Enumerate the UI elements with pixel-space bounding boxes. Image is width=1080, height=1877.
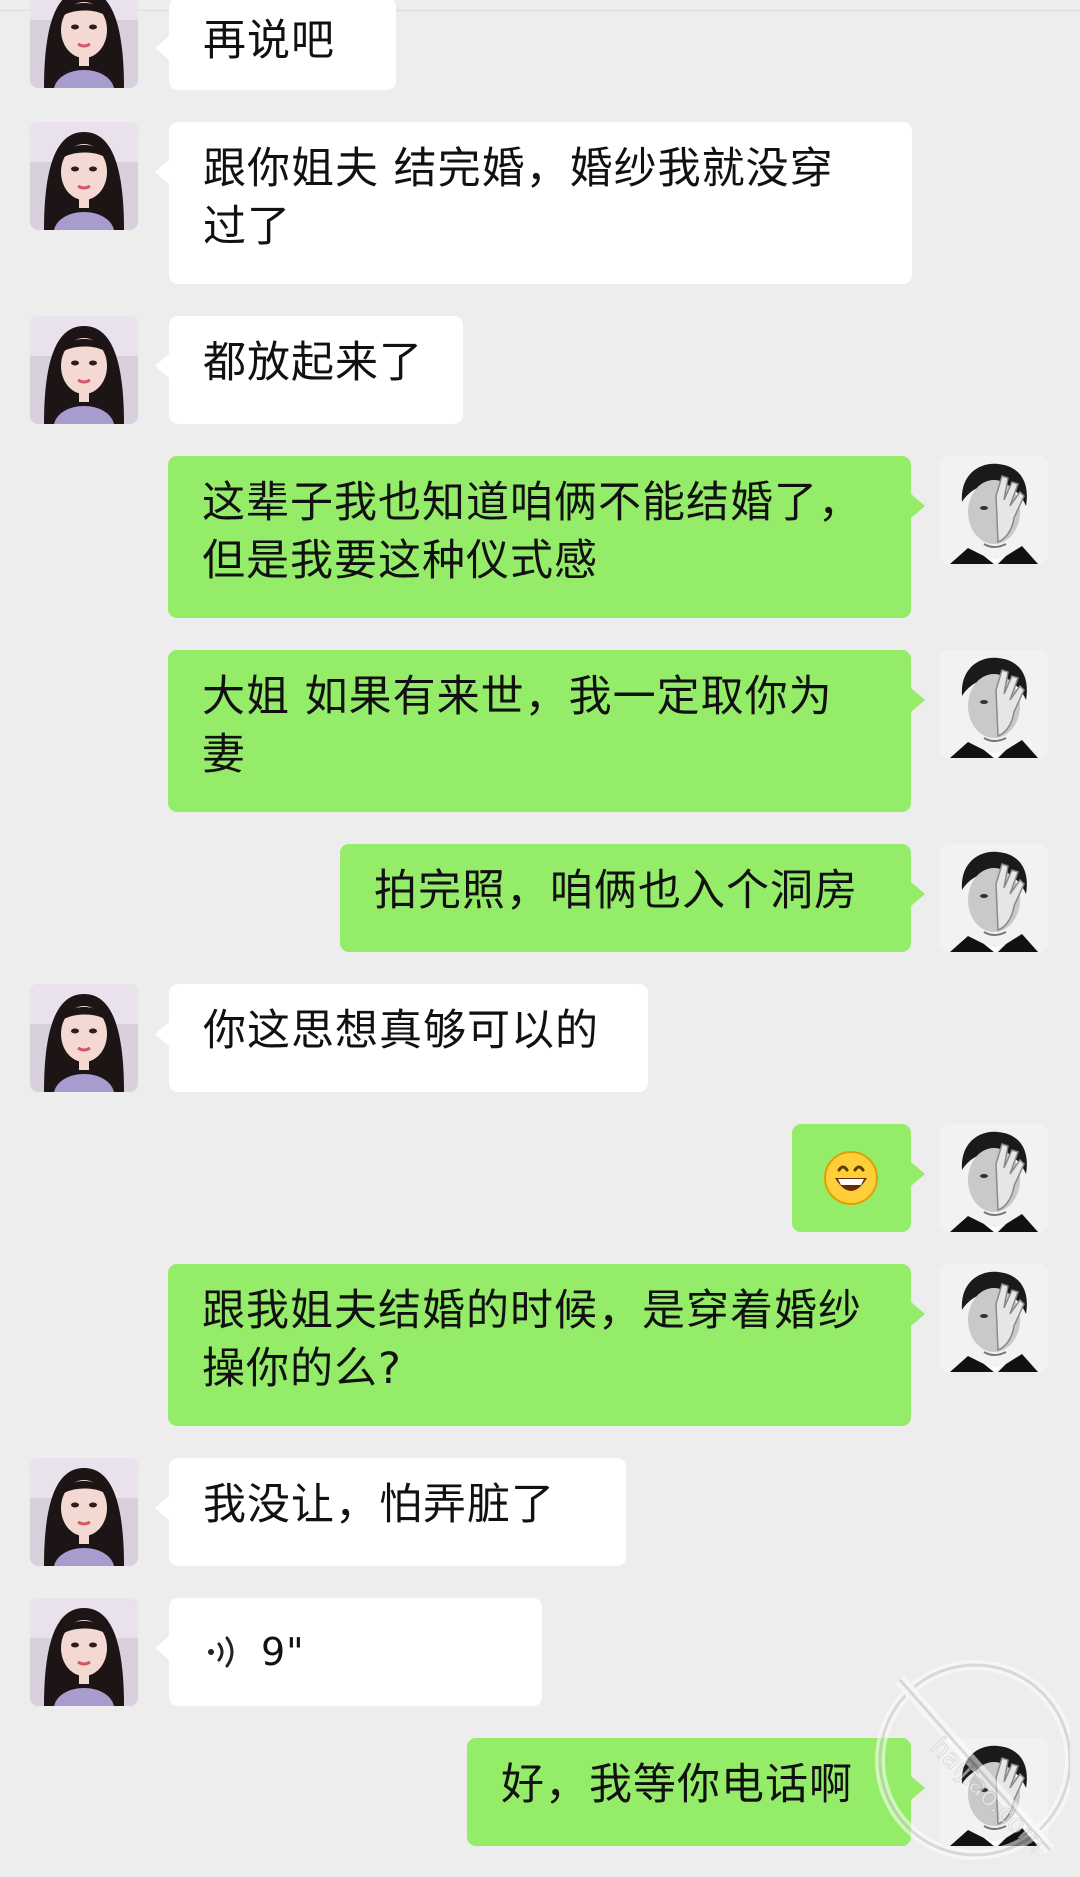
voice-duration: 9" bbox=[261, 1630, 305, 1674]
man-avatar-icon bbox=[940, 844, 1048, 952]
woman-avatar-icon bbox=[30, 316, 138, 424]
message-text: 你这思想真够可以的 bbox=[203, 1006, 599, 1056]
woman-avatar-icon bbox=[30, 122, 138, 230]
woman-avatar-icon bbox=[30, 0, 138, 88]
message-text: 再说吧 bbox=[203, 16, 335, 66]
man-avatar-icon bbox=[940, 1264, 1048, 1372]
message-text-line: 但是我要这种仪式感 bbox=[202, 536, 598, 586]
contact-avatar[interactable] bbox=[30, 1598, 138, 1706]
my-avatar[interactable] bbox=[940, 650, 1048, 758]
message-bubble-outgoing[interactable]: 跟我姐夫结婚的时候，是穿着婚纱 操你的么? bbox=[168, 1264, 925, 1426]
message-bubble-incoming[interactable]: 我没让，怕弄脏了 bbox=[155, 1458, 626, 1566]
message-bubble-outgoing[interactable]: 大姐 如果有来世，我一定取你为 妻 bbox=[168, 650, 925, 812]
watermark-logo: haijiao.com bbox=[875, 1660, 1070, 1860]
message-bubble-outgoing[interactable]: 这辈子我也知道咱俩不能结婚了， 但是我要这种仪式感 bbox=[168, 456, 925, 618]
message-bubble-outgoing[interactable]: 拍完照，咱俩也入个洞房 bbox=[340, 844, 925, 952]
message-text: 我没让，怕弄脏了 bbox=[203, 1480, 555, 1530]
my-avatar[interactable] bbox=[940, 456, 1048, 564]
woman-avatar-icon bbox=[30, 1458, 138, 1566]
my-avatar[interactable] bbox=[940, 844, 1048, 952]
contact-avatar[interactable] bbox=[30, 984, 138, 1092]
top-divider bbox=[0, 10, 1080, 11]
message-text-line: 过了 bbox=[203, 202, 291, 252]
my-avatar[interactable] bbox=[940, 1264, 1048, 1372]
message-text-line: 这辈子我也知道咱俩不能结婚了， bbox=[202, 478, 862, 528]
message-text: 都放起来了 bbox=[203, 338, 423, 388]
voice-message-bubble[interactable]: 9" bbox=[155, 1598, 542, 1706]
message-bubble-incoming[interactable]: 你这思想真够可以的 bbox=[155, 984, 648, 1092]
message-text: 拍完照，咱俩也入个洞房 bbox=[374, 866, 858, 916]
grinning-face-emoji bbox=[824, 1151, 878, 1205]
man-avatar-icon bbox=[940, 456, 1048, 564]
woman-avatar-icon bbox=[30, 1598, 138, 1706]
message-text-line: 跟你姐夫 结完婚，婚纱我就没穿 bbox=[203, 144, 834, 194]
man-avatar-icon bbox=[940, 1124, 1048, 1232]
message-text-line: 妻 bbox=[202, 730, 246, 780]
message-bubble-outgoing[interactable] bbox=[792, 1124, 925, 1232]
message-text-line: 操你的么? bbox=[202, 1344, 402, 1394]
contact-avatar[interactable] bbox=[30, 0, 138, 88]
man-avatar-icon bbox=[940, 650, 1048, 758]
message-text: 好，我等你电话啊 bbox=[501, 1760, 853, 1810]
message-text-line: 跟我姐夫结婚的时候，是穿着婚纱 bbox=[202, 1286, 862, 1336]
watermark-text: haijiao.com bbox=[924, 1732, 1051, 1859]
contact-avatar[interactable] bbox=[30, 1458, 138, 1566]
message-bubble-incoming[interactable]: 跟你姐夫 结完婚，婚纱我就没穿 过了 bbox=[155, 122, 912, 284]
my-avatar[interactable] bbox=[940, 1124, 1048, 1232]
message-bubble-outgoing[interactable]: 好，我等你电话啊 bbox=[467, 1738, 925, 1846]
contact-avatar[interactable] bbox=[30, 122, 138, 230]
message-text-line: 大姐 如果有来世，我一定取你为 bbox=[202, 672, 833, 722]
message-bubble-incoming[interactable]: 都放起来了 bbox=[155, 316, 463, 424]
chat-window: 再说吧 跟你姐夫 结完婚，婚纱我就没穿 过了 都放起来了 这辈子我也知道咱俩不能… bbox=[0, 0, 1080, 1877]
message-bubble-incoming[interactable]: 再说吧 bbox=[155, 0, 396, 90]
woman-avatar-icon bbox=[30, 984, 138, 1092]
voice-wave-icon bbox=[208, 1636, 234, 1668]
contact-avatar[interactable] bbox=[30, 316, 138, 424]
